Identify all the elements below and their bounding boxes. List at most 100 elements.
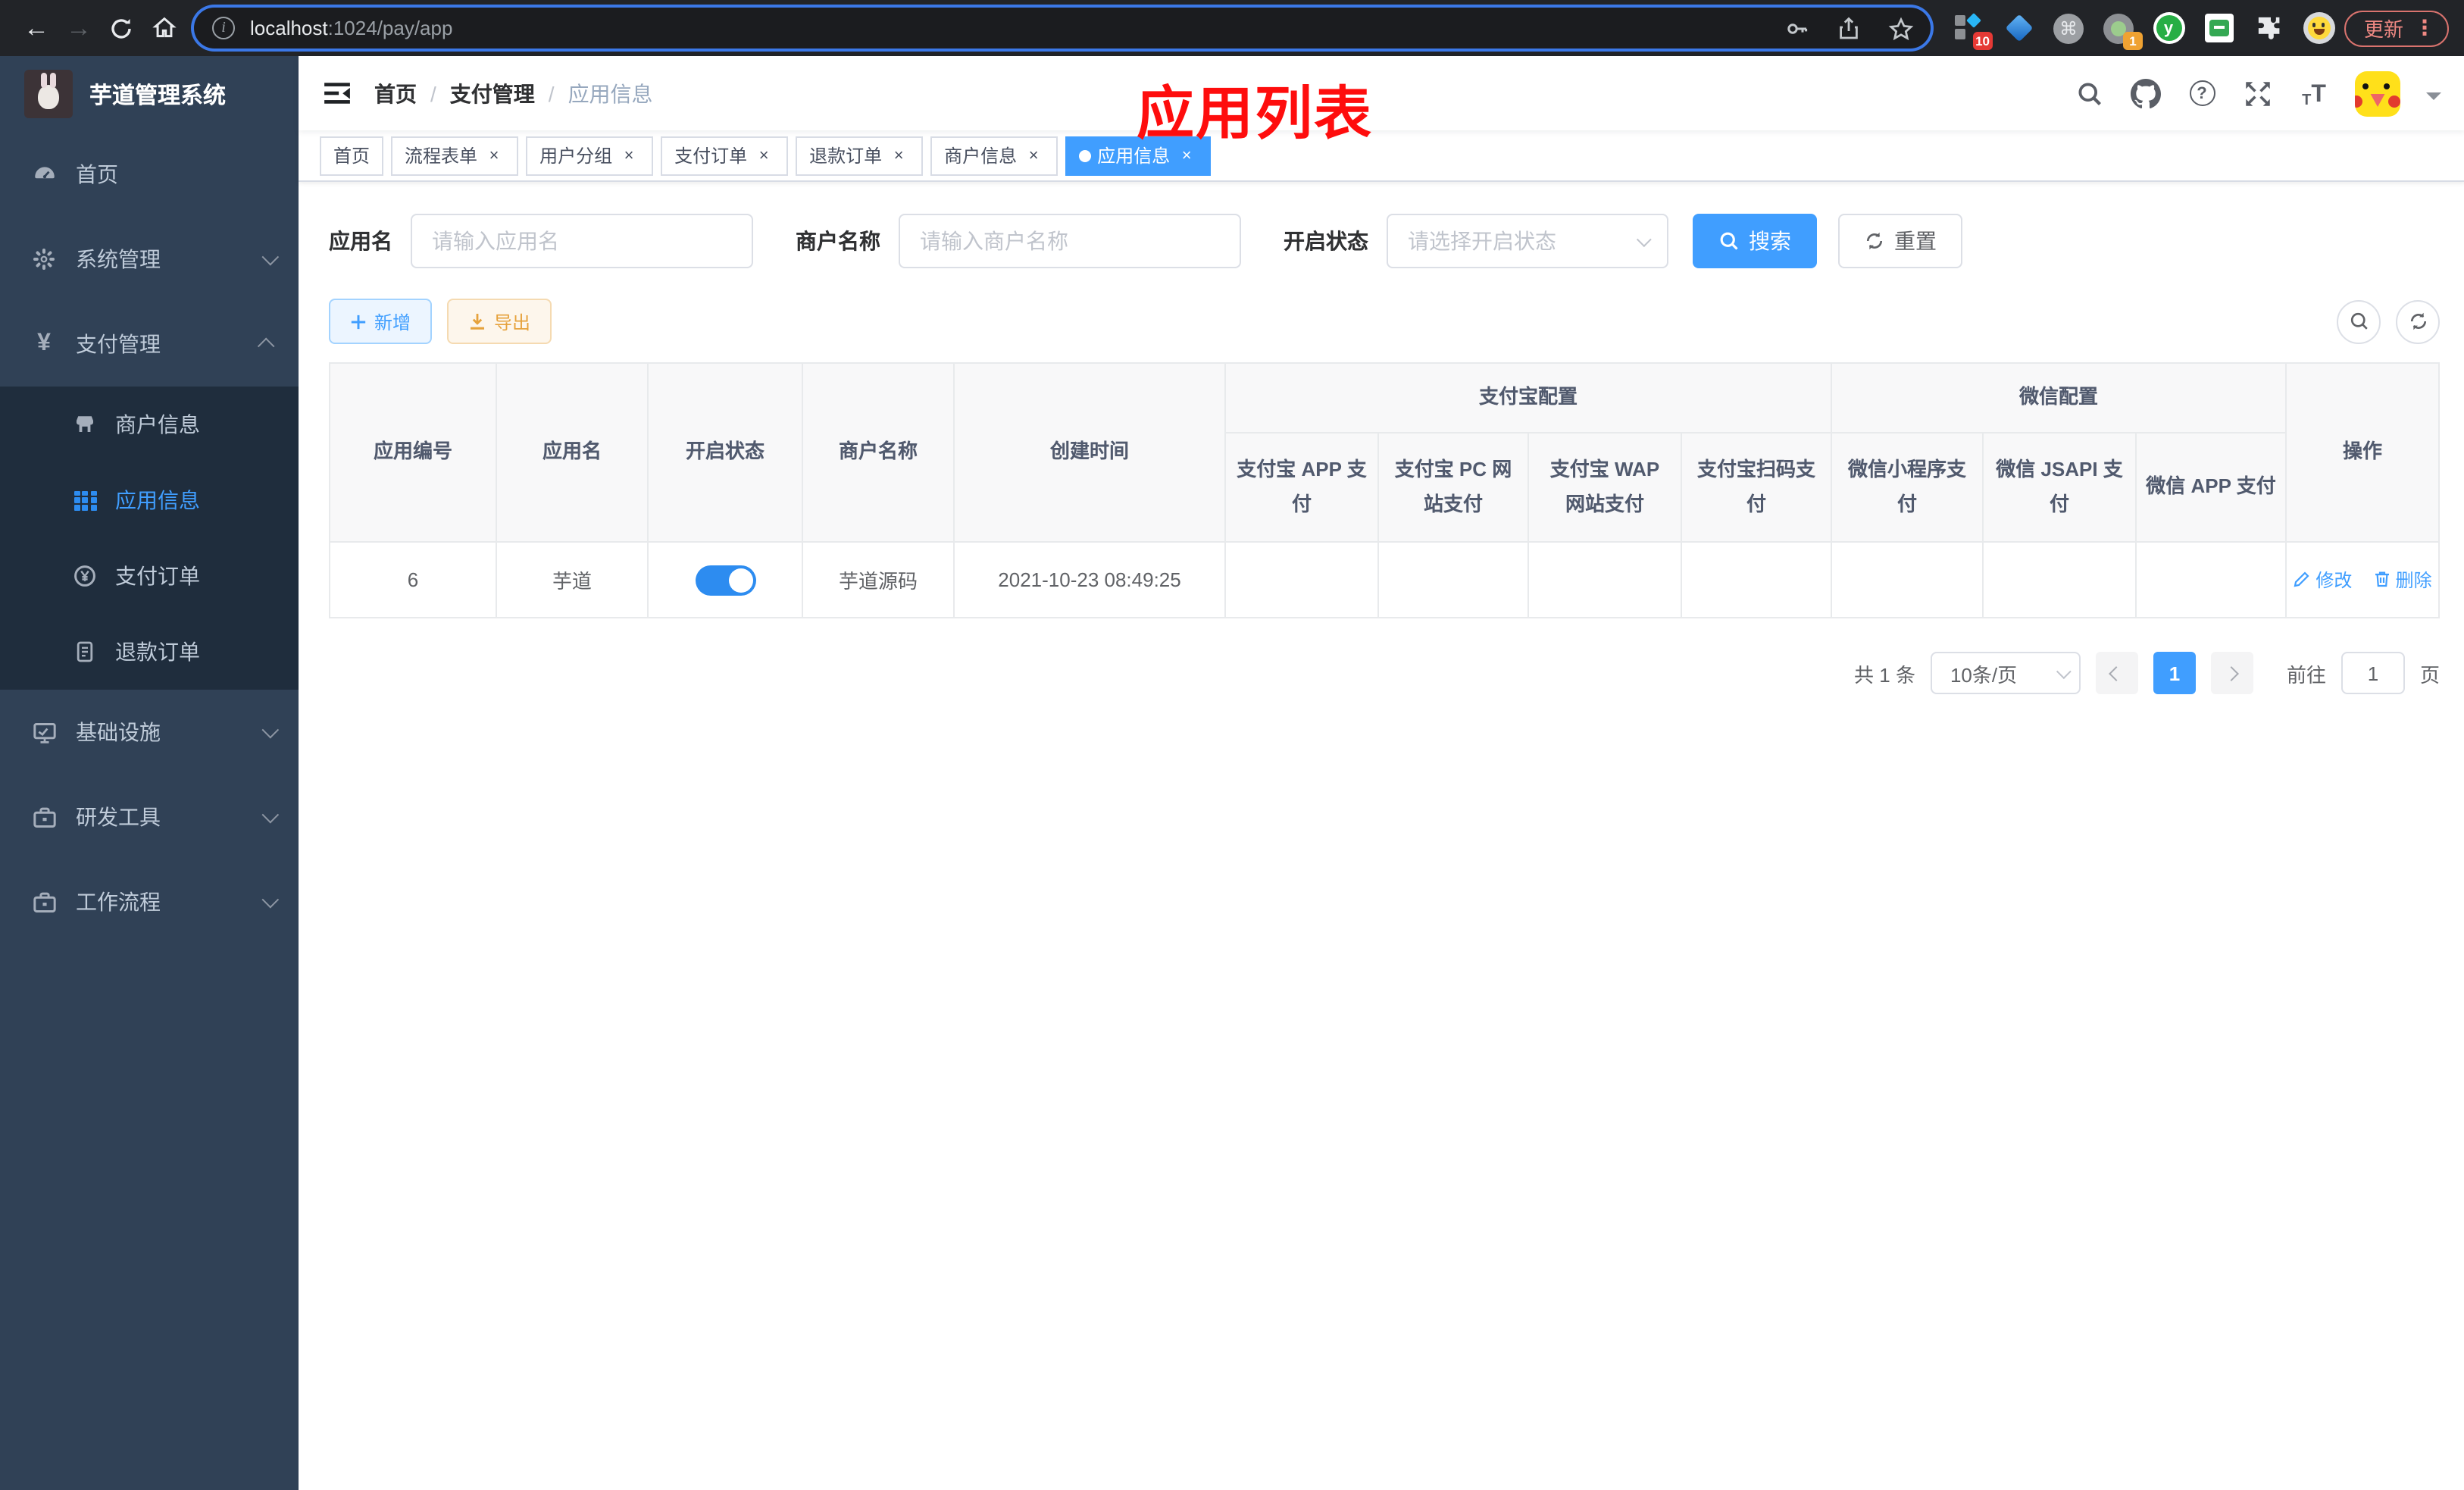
app-name-input[interactable]	[411, 214, 753, 268]
col-header-wechat-jsapi: 微信 JSAPI 支付	[1982, 432, 2137, 543]
close-tab-icon[interactable]	[483, 145, 505, 166]
extension-kite-icon[interactable]	[2002, 11, 2035, 45]
delete-link[interactable]: 删除	[2373, 567, 2432, 593]
cell-app-name: 芋道	[496, 541, 649, 618]
user-menu-caret-icon[interactable]	[2426, 92, 2442, 107]
browser-home-icon[interactable]	[142, 7, 185, 49]
dashboard-icon	[30, 161, 58, 188]
chevron-down-icon	[261, 891, 280, 909]
add-button[interactable]: 新增	[329, 299, 433, 344]
col-header-created: 创建时间	[953, 362, 1226, 543]
status-select[interactable]: 请选择开启状态	[1387, 214, 1668, 268]
status-toggle[interactable]	[695, 565, 755, 595]
cell-merchant: 芋道源码	[802, 541, 955, 618]
col-header-alipay-pc: 支付宝 PC 网站支付	[1377, 432, 1529, 543]
tab-refund-order[interactable]: 退款订单	[796, 136, 924, 175]
chevron-down-icon	[1636, 231, 1652, 247]
close-tab-icon[interactable]	[753, 145, 774, 166]
breadcrumb-current: 应用信息	[568, 81, 653, 105]
sidebar-toggle-icon[interactable]	[299, 56, 374, 130]
extension-y-icon[interactable]: y	[2152, 11, 2185, 45]
sidebar-item-pay-order[interactable]: 支付订单	[0, 538, 299, 614]
browser-profile-avatar[interactable]	[2302, 11, 2335, 45]
search-icon	[2350, 312, 2367, 330]
page-number-1[interactable]: 1	[2153, 652, 2196, 694]
sidebar-item-dev-tools[interactable]: 研发工具	[0, 775, 299, 859]
sidebar-item-workflow[interactable]: 工作流程	[0, 859, 299, 944]
bookmark-star-icon[interactable]	[1888, 16, 1914, 40]
share-icon[interactable]	[1837, 16, 1861, 40]
cell-app-id: 6	[329, 541, 497, 618]
tab-pay-order[interactable]: 支付订单	[661, 136, 789, 175]
close-tab-icon[interactable]	[1023, 145, 1044, 166]
grid-table-icon	[73, 488, 97, 512]
col-header-app-name: 应用名	[496, 362, 649, 543]
status-label: 开启状态	[1284, 229, 1368, 253]
col-header-status: 开启状态	[647, 362, 803, 543]
tab-user-group[interactable]: 用户分组	[526, 136, 654, 175]
browser-back-icon[interactable]: ←	[15, 7, 58, 49]
browser-reload-icon[interactable]	[100, 7, 142, 49]
breadcrumb: 首页 支付管理 应用信息	[374, 78, 653, 108]
tab-home[interactable]: 首页	[320, 136, 384, 175]
help-icon[interactable]: ?	[2187, 78, 2217, 108]
extensions-puzzle-icon[interactable]	[2252, 11, 2285, 45]
close-tab-icon[interactable]	[618, 145, 639, 166]
extension-chat-icon[interactable]	[2202, 11, 2235, 45]
password-key-icon[interactable]	[1785, 16, 1809, 40]
user-avatar[interactable]	[2355, 70, 2401, 116]
goto-label: 前往	[2286, 663, 2326, 686]
site-info-icon[interactable]: i	[212, 17, 235, 39]
github-icon[interactable]	[2131, 78, 2162, 108]
yen-icon: ¥	[37, 330, 51, 356]
sidebar-item-merchant-info[interactable]: 商户信息	[0, 387, 299, 462]
export-button[interactable]: 导出	[447, 299, 552, 344]
sidebar-item-app-info[interactable]: 应用信息	[0, 462, 299, 538]
next-page-button[interactable]	[2210, 652, 2253, 694]
prev-page-button[interactable]	[2095, 652, 2138, 694]
merchant-name-input[interactable]	[899, 214, 1241, 268]
total-count: 共 1 条	[1854, 663, 1915, 686]
header-search-icon[interactable]	[2075, 78, 2105, 108]
browser-update-button[interactable]: 更新 ⋮	[2344, 10, 2449, 46]
goto-page-input[interactable]	[2341, 652, 2405, 694]
extension-recorder-icon[interactable]: 1	[2102, 11, 2143, 49]
monitor-icon	[30, 718, 58, 746]
extension-command-icon[interactable]: ⌘	[2052, 11, 2085, 45]
col-header-merchant: 商户名称	[802, 362, 955, 543]
tab-merchant-info[interactable]: 商户信息	[930, 136, 1058, 175]
sidebar-item-system[interactable]: 系统管理	[0, 217, 299, 302]
chevron-down-icon	[261, 806, 280, 824]
breadcrumb-payment[interactable]: 支付管理	[450, 78, 535, 108]
hide-search-button[interactable]	[2337, 299, 2381, 343]
search-button[interactable]: 搜索	[1693, 214, 1817, 268]
table-row: 6 芋道 芋道源码 2021-10-23 08:49:25 修改 删除	[329, 541, 2441, 618]
col-header-wechat-app: 微信 APP 支付	[2135, 432, 2287, 543]
font-size-icon[interactable]: TT	[2299, 78, 2329, 108]
tab-process-form[interactable]: 流程表单	[391, 136, 519, 175]
sidebar-item-infrastructure[interactable]: 基础设施	[0, 690, 299, 775]
fullscreen-icon[interactable]	[2243, 78, 2273, 108]
col-header-actions: 操作	[2285, 362, 2441, 543]
refresh-table-button[interactable]	[2396, 299, 2441, 343]
reset-button[interactable]: 重置	[1838, 214, 1962, 268]
sidebar-item-refund-order[interactable]: 退款订单	[0, 614, 299, 690]
sidebar-item-payment[interactable]: ¥ 支付管理	[0, 302, 299, 387]
breadcrumb-home[interactable]: 首页	[374, 78, 417, 108]
chevron-down-icon	[2056, 663, 2072, 679]
search-form: 应用名 商户名称 开启状态 请选择开启状态 搜索	[329, 214, 2440, 268]
table-toolbar: 新增 导出	[329, 299, 2441, 344]
extension-grid-icon[interactable]: 10	[1952, 11, 1993, 49]
url-bar[interactable]: i localhost:1024/pay/app	[194, 8, 1931, 49]
navbar: 首页 支付管理 应用信息 ?	[299, 56, 2464, 130]
breadcrumb-separator	[549, 81, 555, 105]
close-tab-icon[interactable]	[888, 145, 909, 166]
edit-link[interactable]: 修改	[2293, 567, 2352, 593]
sidebar-item-home[interactable]: 首页	[0, 132, 299, 217]
yen-circle-icon	[73, 564, 97, 588]
page-size-select[interactable]: 10条/页	[1930, 652, 2081, 694]
browser-menu-icon[interactable]: ⋮	[2414, 15, 2435, 41]
browser-forward-icon[interactable]: →	[58, 7, 100, 49]
download-icon	[471, 314, 485, 330]
trash-icon	[2375, 572, 2389, 587]
